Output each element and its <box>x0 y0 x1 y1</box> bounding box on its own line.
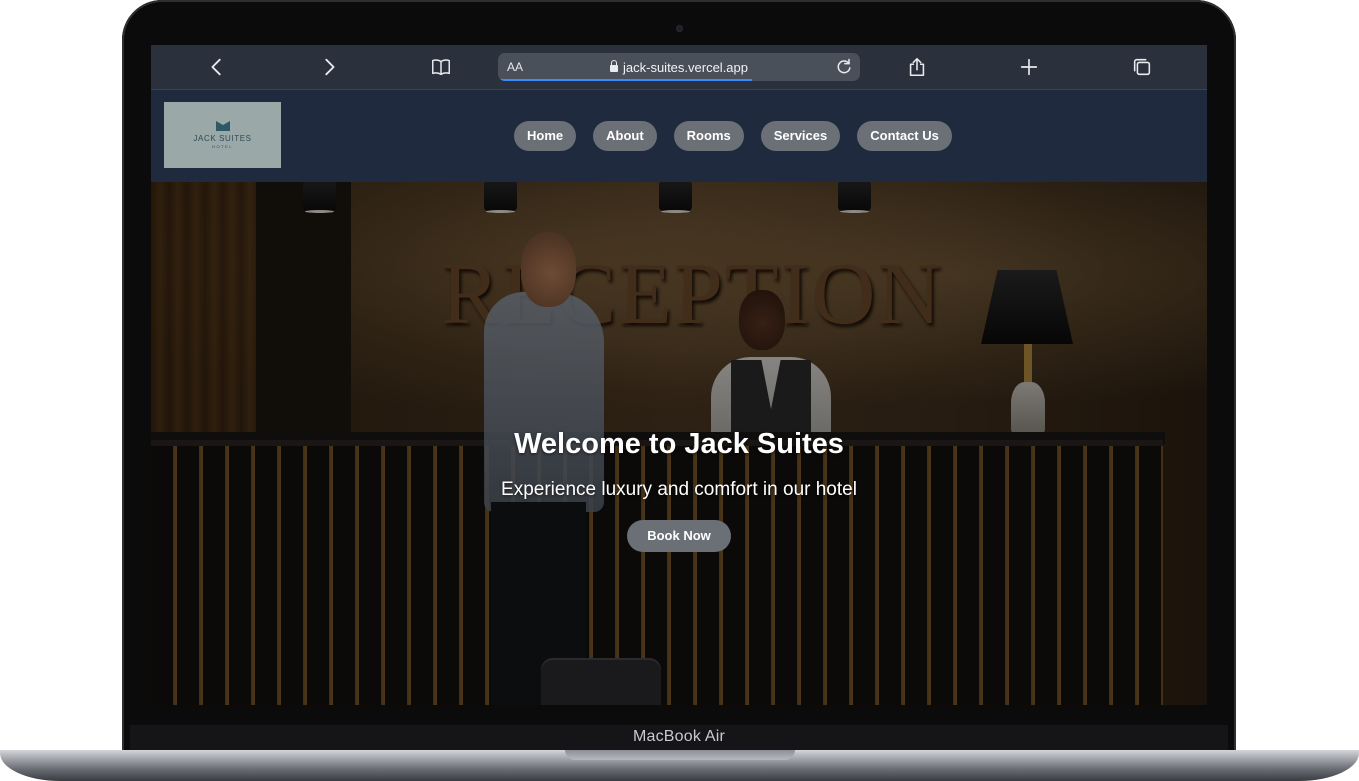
device-model-label: MacBook Air <box>632 728 725 745</box>
address-bar[interactable]: AA jack-suites.vercel.app <box>498 53 860 81</box>
share-icon[interactable] <box>904 54 930 80</box>
nav-services[interactable]: Services <box>760 121 841 151</box>
logo-subtitle: HOTEL <box>212 144 233 149</box>
hero-content: Welcome to Jack Suites Experience luxury… <box>151 428 1207 552</box>
site-header: JACK SUITES HOTEL Home About Rooms Servi… <box>151 90 1207 183</box>
url-text: jack-suites.vercel.app <box>623 60 748 75</box>
chevron-right-icon[interactable] <box>316 54 342 80</box>
tabs-icon[interactable] <box>1129 54 1155 80</box>
plus-icon[interactable] <box>1016 54 1042 80</box>
book-icon[interactable] <box>428 54 454 80</box>
reload-icon[interactable] <box>834 57 854 77</box>
browser-toolbar: AA jack-suites.vercel.app <box>151 45 1207 90</box>
screen: AA jack-suites.vercel.app JACK SUITES HO… <box>151 45 1207 705</box>
nav-about[interactable]: About <box>593 121 657 151</box>
laptop-opening-notch <box>565 750 795 760</box>
hero-section: RECEPTION Welcome to Jack Suites Experie… <box>151 182 1207 705</box>
hero-subtitle: Experience luxury and comfort in our hot… <box>501 479 857 500</box>
logo-name: JACK SUITES <box>193 134 252 143</box>
lock-icon <box>610 60 618 72</box>
hotel-logo[interactable]: JACK SUITES HOTEL <box>164 102 281 168</box>
logo-mark-icon <box>215 121 230 131</box>
nav-home[interactable]: Home <box>514 121 577 151</box>
webcam <box>676 25 683 32</box>
hero-title: Welcome to Jack Suites <box>514 428 844 460</box>
book-now-button[interactable]: Book Now <box>627 520 731 552</box>
page-load-progress <box>500 79 752 81</box>
nav-contact-us[interactable]: Contact Us <box>857 121 952 151</box>
nav-rooms[interactable]: Rooms <box>673 121 744 151</box>
main-nav: Home About Rooms Services Contact Us <box>514 121 952 151</box>
chevron-left-icon[interactable] <box>204 54 230 80</box>
